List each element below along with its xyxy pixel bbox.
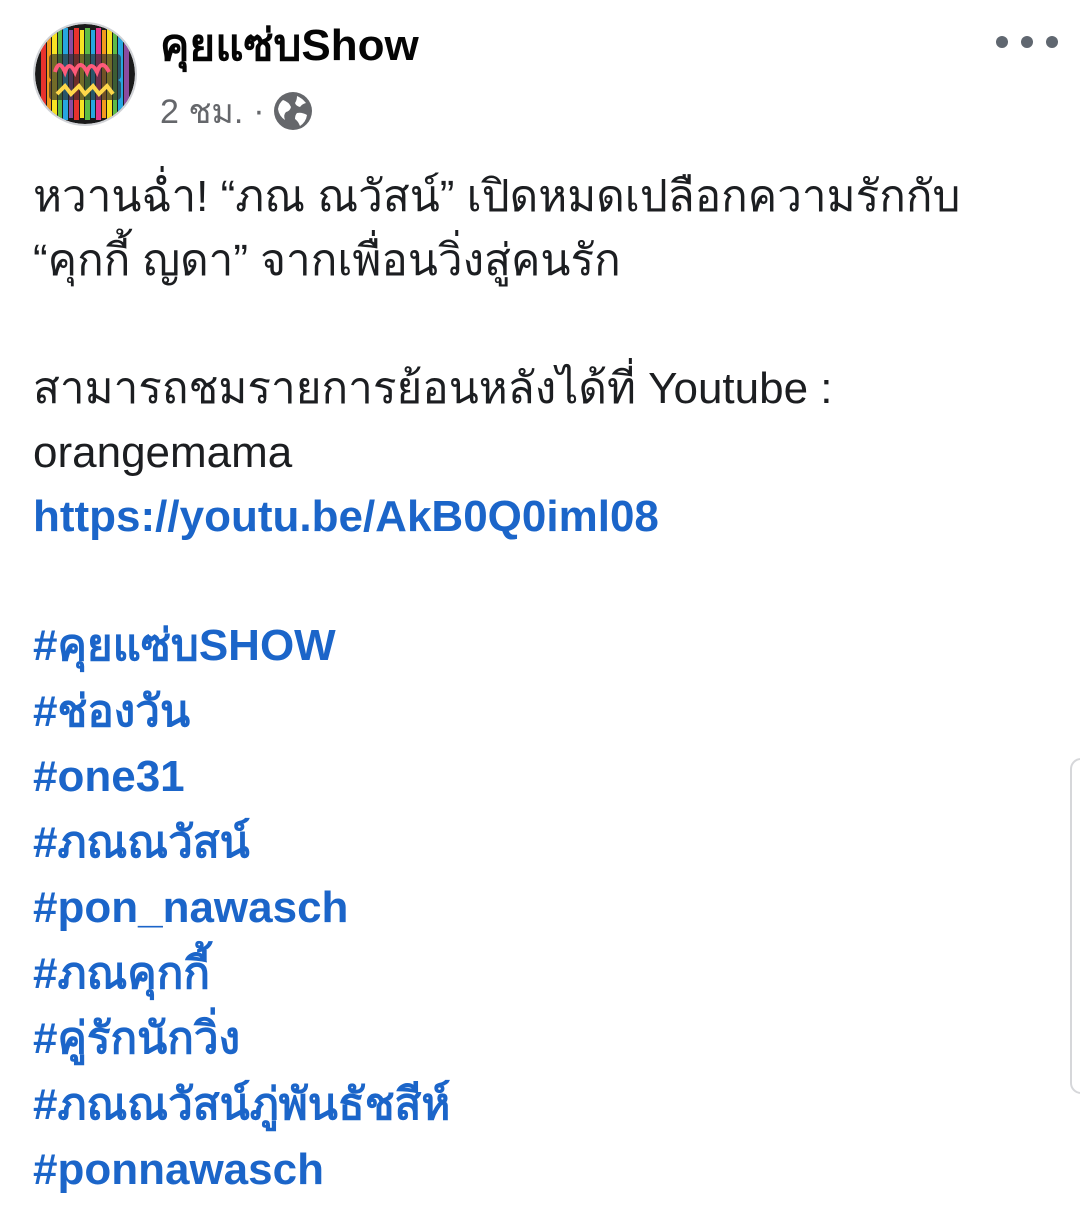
meta-separator: · <box>253 91 265 130</box>
hashtag-link[interactable]: #ช่องวัน <box>33 679 1033 745</box>
post-text-line: สามารถชมรายการย้อนหลังได้ที่ Youtube : <box>33 364 833 413</box>
hashtag-link[interactable]: #ponnawasch <box>33 1137 1033 1203</box>
hashtag-link[interactable]: #ภณคุกกี้ <box>33 941 1033 1007</box>
more-options-icon-dot <box>1021 36 1033 48</box>
page-name[interactable]: คุยแซ่บShow <box>160 18 419 74</box>
post-meta: 2 ชม. · <box>160 88 313 134</box>
more-options-icon <box>996 36 1008 48</box>
post-timestamp[interactable]: 2 ชม. <box>160 84 243 138</box>
hashtag-link[interactable]: #ภณณวัสน์ <box>33 810 1033 876</box>
globe-icon[interactable] <box>273 91 313 131</box>
post-body: หวานฉ่ำ! “ภณ ณวัสน์” เปิดหมดเปลือกความรั… <box>33 165 1033 1203</box>
avatar-logo-image <box>35 24 135 124</box>
post-header: คุยแซ่บShow 2 ชม. · <box>0 0 1080 150</box>
hashtag-list: #คุยแซ่บSHOW #ช่องวัน #one31 #ภณณวัสน์ #… <box>33 613 1033 1203</box>
hashtag-link[interactable]: #pon_nawasch <box>33 875 1033 941</box>
more-options-button[interactable] <box>996 24 1058 60</box>
post-text-line: หวานฉ่ำ! “ภณ ณวัสน์” เปิดหมดเปลือกความรั… <box>33 172 961 221</box>
page-avatar[interactable] <box>33 22 137 126</box>
hashtag-link[interactable]: #คู่รักนักวิ่ง <box>33 1006 1033 1072</box>
post-text-line <box>33 293 1033 357</box>
hashtag-link[interactable]: #คุยแซ่บSHOW <box>33 613 1033 679</box>
post-text-line: orangemama <box>33 428 293 477</box>
more-options-icon-dot <box>1046 36 1058 48</box>
youtube-link[interactable]: https://youtu.be/AkB0Q0iml08 <box>33 485 1033 549</box>
scrollbar-thumb[interactable] <box>1070 758 1080 1094</box>
hashtag-link[interactable]: #ภณณวัสน์ภู่พันธัชสีห์ <box>33 1072 1033 1138</box>
post-text-line: “คุกกี้ ญดา” จากเพื่อนวิ่งสู่คนรัก <box>33 236 621 285</box>
hashtag-link[interactable]: #one31 <box>33 744 1033 810</box>
